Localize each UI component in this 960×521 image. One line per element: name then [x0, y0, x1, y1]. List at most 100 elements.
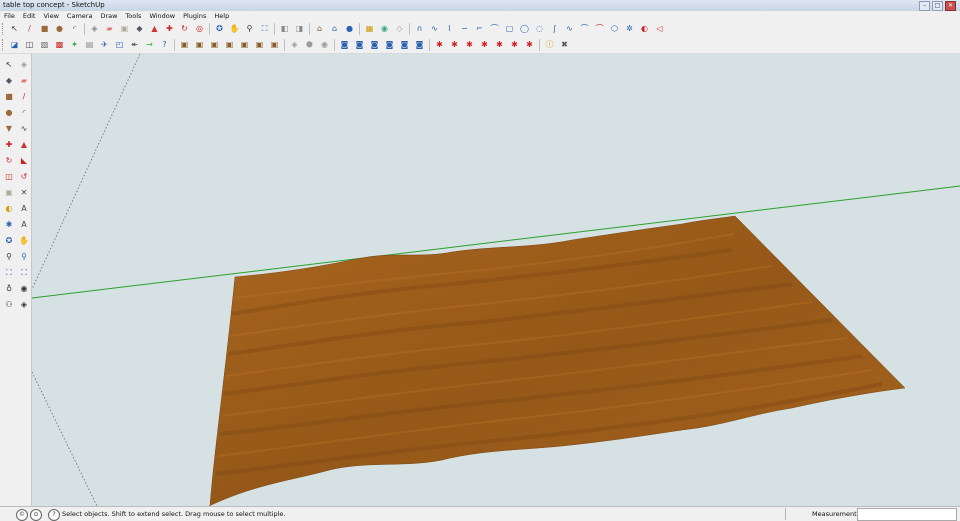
- bezier-icon[interactable]: ∩: [414, 23, 426, 35]
- left-arc-icon[interactable]: ◜: [18, 107, 30, 119]
- left-move-icon[interactable]: ✚: [3, 139, 15, 151]
- get-models-icon[interactable]: ⌂: [314, 23, 326, 35]
- arc-3pt-icon[interactable]: ⌒: [489, 23, 501, 35]
- walk-5-icon[interactable]: ✱: [494, 39, 506, 51]
- walk-4-icon[interactable]: ✱: [479, 39, 491, 51]
- rectangle-icon[interactable]: ■: [39, 23, 51, 35]
- spline-icon[interactable]: ∽: [459, 23, 471, 35]
- left-zoom-icon[interactable]: ⚲: [3, 251, 15, 263]
- help-icon[interactable]: ?: [159, 39, 171, 51]
- box-6-icon[interactable]: ▣: [254, 39, 266, 51]
- left-offset-icon[interactable]: ↺: [18, 171, 30, 183]
- rounded-rect-icon[interactable]: ▢: [504, 23, 516, 35]
- toolbar-grip[interactable]: [2, 23, 6, 35]
- left-line-icon[interactable]: /: [18, 91, 30, 103]
- freeform-icon[interactable]: ◁: [654, 23, 666, 35]
- box-3-icon[interactable]: ▣: [209, 39, 221, 51]
- left-eraser-icon[interactable]: ▰: [18, 75, 30, 87]
- arc-curve-icon[interactable]: ⌒: [579, 23, 591, 35]
- back-edges-icon[interactable]: ▩: [54, 39, 66, 51]
- polygon-icon[interactable]: ⬡: [609, 23, 621, 35]
- style-2-icon[interactable]: ⬢: [304, 39, 316, 51]
- menu-plugins[interactable]: Plugins: [179, 11, 210, 21]
- view-right-icon[interactable]: ◙: [384, 39, 396, 51]
- left-follow-me-icon[interactable]: ◣: [18, 155, 30, 167]
- left-rectangle-icon[interactable]: ■: [3, 91, 15, 103]
- walk-2-icon[interactable]: ✱: [449, 39, 461, 51]
- box-2-icon[interactable]: ▣: [194, 39, 206, 51]
- next-view-icon[interactable]: ◨: [294, 23, 306, 35]
- left-paint-bucket-icon[interactable]: ◆: [3, 75, 15, 87]
- walk-3-icon[interactable]: ✱: [464, 39, 476, 51]
- style-3-icon[interactable]: ◉: [319, 39, 331, 51]
- left-axes-icon[interactable]: ✱: [3, 219, 15, 231]
- freehand-icon[interactable]: ∿: [429, 23, 441, 35]
- orbit-icon[interactable]: ✪: [214, 23, 226, 35]
- view-left-icon[interactable]: ◙: [414, 39, 426, 51]
- menu-window[interactable]: Window: [145, 11, 179, 21]
- hidden-icon[interactable]: ▤: [84, 39, 96, 51]
- fspline-icon[interactable]: ∿: [564, 23, 576, 35]
- menu-camera[interactable]: Camera: [63, 11, 97, 21]
- menu-edit[interactable]: Edit: [19, 11, 40, 21]
- drawing-viewport[interactable]: [32, 54, 960, 506]
- left-rotate-icon[interactable]: ↻: [3, 155, 15, 167]
- zoom-extents-icon[interactable]: ⛶: [259, 23, 271, 35]
- camera-std-icon[interactable]: ◫: [24, 39, 36, 51]
- photo-textures-icon[interactable]: ▦: [364, 23, 376, 35]
- ellipse-icon[interactable]: ◯: [519, 23, 531, 35]
- solid-tools-icon[interactable]: ✈: [99, 39, 111, 51]
- eraser-icon[interactable]: ▰: [104, 23, 116, 35]
- left-pan-icon[interactable]: ✋: [18, 235, 30, 247]
- credits-icon[interactable]: ©: [16, 509, 28, 521]
- geo-location-icon[interactable]: ⊙: [30, 509, 42, 521]
- catmull-icon[interactable]: ⌐: [474, 23, 486, 35]
- maximize-button[interactable]: □: [932, 1, 943, 11]
- left-look-around-icon[interactable]: ◉: [18, 283, 30, 295]
- left-position-camera-icon[interactable]: ♁: [3, 283, 15, 295]
- minimize-button[interactable]: –: [919, 1, 930, 11]
- left-make-component-icon[interactable]: ◈: [18, 59, 30, 71]
- intersect-icon[interactable]: ✦: [69, 39, 81, 51]
- view-iso-icon[interactable]: ◙: [339, 39, 351, 51]
- preview-google-earth-icon[interactable]: ◉: [379, 23, 391, 35]
- pan-icon[interactable]: ✋: [229, 23, 241, 35]
- left-dimension-icon[interactable]: ✕: [18, 187, 30, 199]
- face-style-icon[interactable]: ◪: [9, 39, 21, 51]
- zoom-icon[interactable]: ⚲: [244, 23, 256, 35]
- view-top-icon[interactable]: ◙: [354, 39, 366, 51]
- line-icon[interactable]: /: [24, 23, 36, 35]
- arc-icon[interactable]: ◜: [69, 23, 81, 35]
- paint-bucket-icon[interactable]: ◆: [134, 23, 146, 35]
- menu-help[interactable]: Help: [210, 11, 233, 21]
- divider-icon[interactable]: ∫: [549, 23, 561, 35]
- xray-icon[interactable]: ▧: [39, 39, 51, 51]
- previous-view-icon[interactable]: ◧: [279, 23, 291, 35]
- help-icon[interactable]: ?: [48, 509, 60, 521]
- info-icon[interactable]: ⓘ: [544, 39, 556, 51]
- left-previous-icon[interactable]: ⛶: [18, 267, 30, 279]
- make-component-icon[interactable]: ◈: [89, 23, 101, 35]
- push-pull-icon[interactable]: ▲: [149, 23, 161, 35]
- select-icon[interactable]: ↖: [9, 23, 21, 35]
- section-icon[interactable]: →: [144, 39, 156, 51]
- left-polygon-icon[interactable]: ▼: [3, 123, 15, 135]
- left-freehand-icon[interactable]: ∿: [18, 123, 30, 135]
- box-1-icon[interactable]: ▣: [179, 39, 191, 51]
- move-icon[interactable]: ✚: [164, 23, 176, 35]
- box-7-icon[interactable]: ▣: [269, 39, 281, 51]
- left-protractor-icon[interactable]: ◐: [3, 203, 15, 215]
- menu-view[interactable]: View: [39, 11, 62, 21]
- left-push-pull-icon[interactable]: ▲: [18, 139, 30, 151]
- uniform-icon[interactable]: ⌒: [594, 23, 606, 35]
- left-walk-icon[interactable]: ⚇: [3, 299, 15, 311]
- menu-tools[interactable]: Tools: [121, 11, 145, 21]
- left-orbit-icon[interactable]: ✪: [3, 235, 15, 247]
- view-back-icon[interactable]: ◙: [399, 39, 411, 51]
- menu-file[interactable]: File: [0, 11, 19, 21]
- star-icon[interactable]: ✲: [624, 23, 636, 35]
- toggle-terrain-icon[interactable]: ◇: [394, 23, 406, 35]
- cubic-icon[interactable]: ◌: [534, 23, 546, 35]
- left-circle-icon[interactable]: ●: [3, 107, 15, 119]
- box-4-icon[interactable]: ▣: [224, 39, 236, 51]
